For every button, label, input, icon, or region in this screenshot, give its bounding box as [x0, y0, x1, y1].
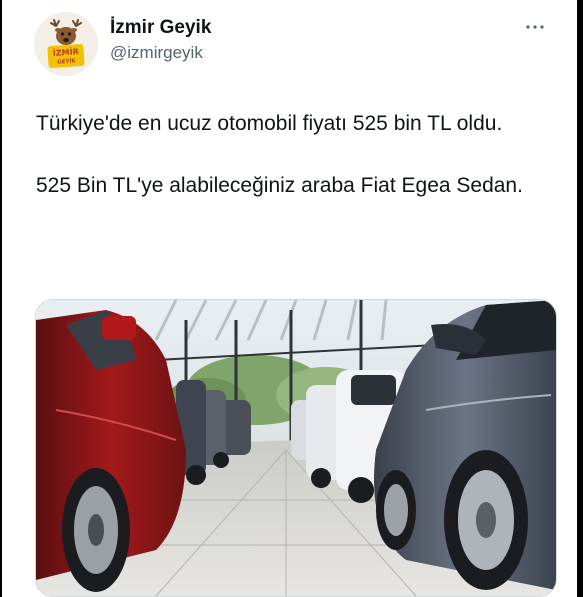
deer-logo-icon: İZMİR GEYİK [34, 12, 98, 76]
svg-text:İZMİR: İZMİR [52, 46, 79, 58]
car-showroom-photo [36, 300, 556, 596]
tweet-header: İZMİR GEYİK İzmir Geyik @izmirgeyik [34, 12, 554, 76]
tweet-card: İZMİR GEYİK İzmir Geyik @izmirgeyik Türk… [2, 0, 577, 597]
avatar[interactable]: İZMİR GEYİK [34, 12, 98, 76]
tweet-text: Türkiye'de en ucuz otomobil fiyatı 525 b… [36, 108, 536, 201]
more-options-button[interactable] [522, 14, 548, 40]
svg-text:GEYİK: GEYİK [57, 57, 77, 65]
author-names: İzmir Geyik @izmirgeyik [110, 16, 211, 64]
tweet-paragraph-1: Türkiye'de en ucuz otomobil fiyatı 525 b… [36, 112, 503, 135]
tweet-media-image[interactable] [35, 299, 557, 597]
frame-border-right [577, 0, 583, 597]
author-handle[interactable]: @izmirgeyik [110, 42, 211, 64]
author-display-name[interactable]: İzmir Geyik [110, 16, 211, 40]
more-horizontal-icon [526, 25, 544, 29]
tweet-paragraph-2: 525 Bin TL'ye alabileceğiniz araba Fiat … [36, 174, 523, 197]
